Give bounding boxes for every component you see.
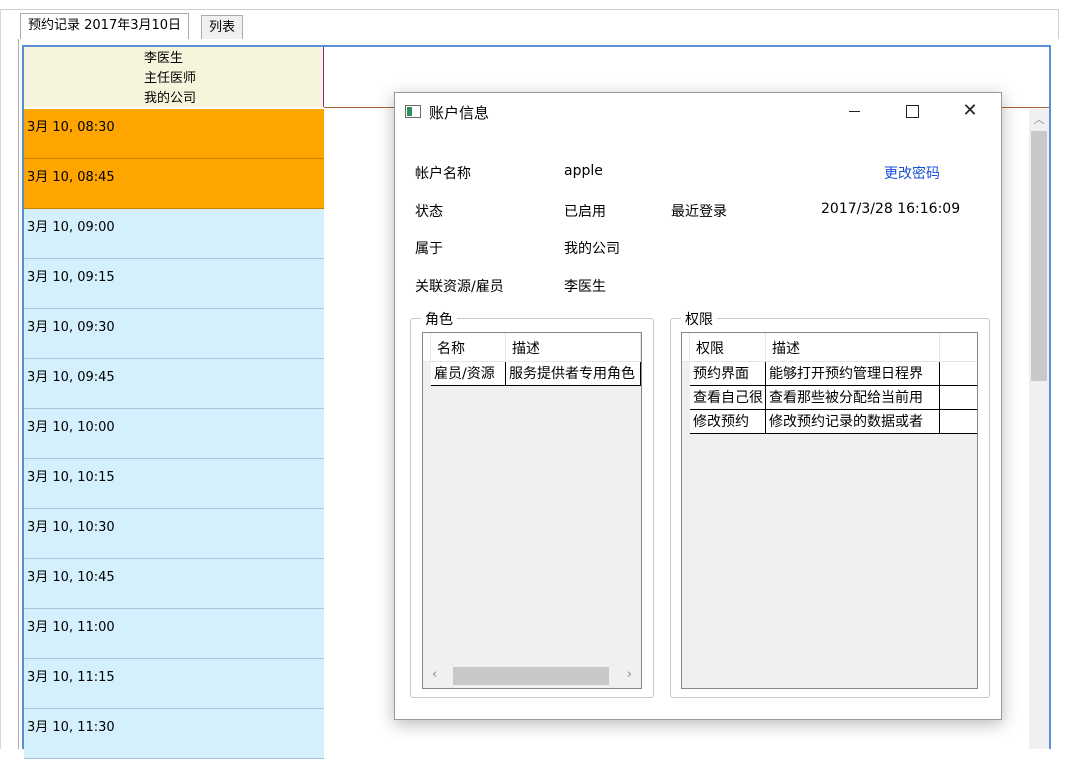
column-header-description[interactable]: 描述	[506, 333, 641, 361]
time-slot-label: 3月 10, 08:45	[27, 170, 115, 185]
scroll-left-icon[interactable]: ‹	[432, 667, 437, 682]
time-slot-label: 3月 10, 10:00	[27, 420, 115, 435]
scrollbar-thumb[interactable]	[1031, 131, 1047, 381]
time-slot[interactable]: 3月 10, 09:00	[24, 209, 324, 259]
time-slot[interactable]: 3月 10, 11:30	[24, 709, 324, 759]
roles-grid-header: 名称 描述	[423, 333, 641, 362]
column-header-permission[interactable]: 权限	[690, 333, 766, 361]
time-slot-label: 3月 10, 09:00	[27, 220, 115, 235]
time-slot[interactable]: 3月 10, 09:15	[24, 259, 324, 309]
time-slot[interactable]: 3月 10, 08:30	[24, 109, 324, 159]
time-slot[interactable]: 3月 10, 10:30	[24, 509, 324, 559]
time-slot-label: 3月 10, 10:45	[27, 570, 115, 585]
time-slot[interactable]: 3月 10, 10:45	[24, 559, 324, 609]
window-app-icon	[405, 105, 421, 118]
account-name-value: apple	[564, 163, 603, 179]
time-slot-label: 3月 10, 08:30	[27, 120, 115, 135]
dialog-title: 账户信息	[429, 104, 490, 122]
maximize-icon	[905, 104, 919, 118]
scrollbar-thumb[interactable]	[453, 667, 609, 685]
time-slot-label: 3月 10, 11:30	[27, 720, 115, 735]
maximize-button[interactable]	[883, 93, 941, 129]
account-name-label: 帐户名称	[415, 166, 471, 182]
permissions-grid[interactable]: 权限 描述 预约界面 能够打开预约管理日程界 查看自己很 查看那些被分配给当前用…	[681, 332, 978, 689]
roles-grid[interactable]: 名称 描述 雇员/资源 服务提供者专用角色 ‹ ›	[422, 332, 642, 689]
time-slot-label: 3月 10, 09:15	[27, 270, 115, 285]
time-slot-label: 3月 10, 09:30	[27, 320, 115, 335]
tab-label: 预约记录 2017年3月10日	[28, 18, 182, 33]
scroll-up-icon[interactable]: ︿	[1029, 111, 1049, 127]
tab-appointments[interactable]: 预约记录 2017年3月10日	[20, 13, 190, 39]
time-slot[interactable]: 3月 10, 09:45	[24, 359, 324, 409]
column-header-name[interactable]: 名称	[431, 333, 506, 361]
permission-name-cell[interactable]: 修改预约	[690, 410, 766, 434]
window-left-border	[0, 9, 1, 749]
minimize-button[interactable]	[825, 93, 883, 129]
permission-description-cell[interactable]: 修改预约记录的数据或者	[766, 410, 940, 434]
last-login-label: 最近登录	[671, 204, 727, 220]
time-slot-label: 3月 10, 09:45	[27, 370, 115, 385]
roles-group-title: 角色	[421, 309, 457, 329]
role-description-cell[interactable]: 服务提供者专用角色	[506, 362, 641, 386]
belongs-label: 属于	[415, 241, 443, 257]
status-label: 状态	[415, 204, 443, 220]
time-slot-label: 3月 10, 11:15	[27, 670, 115, 685]
permission-description-cell[interactable]: 能够打开预约管理日程界	[766, 362, 940, 386]
permission-name-cell[interactable]: 查看自己很	[690, 386, 766, 410]
status-value: 已启用	[564, 204, 606, 220]
time-slot[interactable]: 3月 10, 08:45	[24, 159, 324, 209]
permission-name-cell[interactable]: 预约界面	[690, 362, 766, 386]
column-header-description[interactable]: 描述	[766, 333, 940, 361]
belongs-value: 我的公司	[564, 241, 620, 257]
time-slot[interactable]: 3月 10, 11:15	[24, 659, 324, 709]
resource-title: 主任医师	[144, 71, 197, 86]
tab-list[interactable]: 列表	[201, 15, 244, 39]
calendar-vertical-scrollbar[interactable]: ︿	[1029, 109, 1049, 749]
window-top-border	[0, 9, 1059, 10]
resource-org: 我的公司	[144, 91, 197, 106]
close-icon: ✕	[962, 100, 978, 121]
time-slot-label: 3月 10, 11:00	[27, 620, 115, 635]
time-slot-label: 3月 10, 10:30	[27, 520, 115, 535]
time-slot[interactable]: 3月 10, 09:30	[24, 309, 324, 359]
close-button[interactable]: ✕	[941, 93, 999, 129]
minimize-icon	[848, 110, 860, 112]
linked-resource-label: 关联资源/雇员	[415, 279, 504, 295]
change-password-link[interactable]: 更改密码	[884, 163, 940, 183]
time-slot[interactable]: 3月 10, 10:15	[24, 459, 324, 509]
permissions-grid-header: 权限 描述	[682, 333, 977, 362]
time-slot-label: 3月 10, 10:15	[27, 470, 115, 485]
tab-label: 列表	[209, 20, 236, 35]
last-login-value: 2017/3/28 16:16:09	[821, 201, 961, 217]
account-info-dialog: 账户信息 ✕ 帐户名称 apple 更改密码 状态 已启用 最近登录 2017/…	[394, 92, 1002, 720]
linked-resource-value: 李医生	[564, 279, 606, 295]
scroll-right-icon[interactable]: ›	[627, 667, 632, 682]
permissions-group-title: 权限	[681, 309, 717, 329]
resource-name: 李医生	[144, 51, 184, 66]
resource-header[interactable]: 李医生 主任医师 我的公司	[24, 47, 324, 107]
time-slot[interactable]: 3月 10, 11:00	[24, 609, 324, 659]
permission-description-cell[interactable]: 查看那些被分配给当前用	[766, 386, 940, 410]
time-slot[interactable]: 3月 10, 10:00	[24, 409, 324, 459]
roles-horizontal-scrollbar[interactable]: ‹ ›	[424, 665, 640, 687]
role-name-cell[interactable]: 雇员/资源	[431, 362, 506, 386]
